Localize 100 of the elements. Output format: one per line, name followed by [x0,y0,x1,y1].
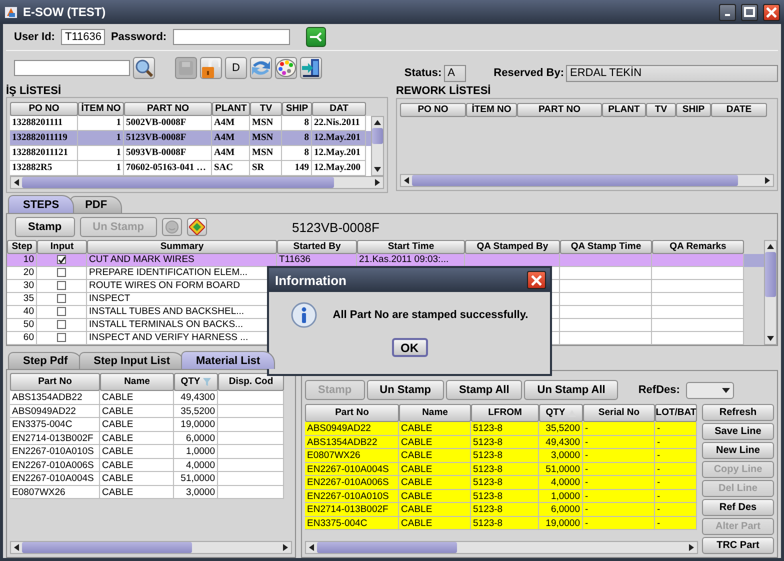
toolbar-button[interactable]: D [225,57,247,79]
side-button[interactable]: TRC Part [702,537,774,554]
column-header[interactable]: LOT/BAT [655,404,697,422]
group-title: İŞ LİSTESİ [6,85,62,97]
column-header[interactable]: QTY [539,404,583,422]
column-header[interactable]: Summary [87,240,277,254]
table-cell[interactable]: 20 [7,267,37,280]
table-cell: CUT AND MARK WIRES [87,254,277,267]
side-button[interactable]: Save Line [702,423,774,440]
column-header[interactable]: LFROM [471,404,539,422]
table-row[interactable]: ABS0949AD22 CABLE 5123-8 35,5200 - - [305,422,698,436]
column-header[interactable]: TV [646,103,676,117]
table-cell: 35,5200 [174,404,218,418]
column-header[interactable]: Serial No [583,404,655,422]
table-cell[interactable]: 35 [7,293,37,306]
table-row[interactable]: EN2267-010A010S CABLE 5123-8 1,0000 - - [305,490,698,503]
column-header[interactable]: İTEM NO [78,102,124,116]
table-row[interactable]: ABS1354ADB22 CABLE 5123-8 49,4300 - - [305,436,698,449]
side-button[interactable]: New Line [702,442,774,459]
column-header[interactable]: Started By [277,240,357,254]
column-header[interactable]: PART NO [517,103,602,117]
stamp-button[interactable]: Stamp All [446,380,522,400]
table-cell: 132882011119 [10,131,78,146]
table-cell: EN2267-010A004S [10,472,100,486]
side-button[interactable]: Refresh [702,404,774,421]
user-id-label: User Id: [14,31,55,43]
column-header[interactable]: Disp. Cod [218,373,284,391]
table-cell: - [583,449,655,462]
table-cell: 4,0000 [539,476,583,490]
table-cell: 21.Kas.2011 09:03:... [357,254,465,267]
table-cell: 8 [282,146,312,161]
table-cell: 19,0000 [539,516,583,530]
column-header[interactable]: Part No [305,404,399,422]
stamp-button[interactable]: Stamp [15,217,75,237]
table-row[interactable]: 132882011121 1 5093VB-0008F A4M MSN 8 12.May.201 [10,146,371,161]
table-cell[interactable]: 10 [7,254,37,267]
column-header[interactable]: SHIP [676,103,711,117]
table-cell: 6,0000 [539,503,583,516]
table-cell[interactable]: 40 [7,306,37,319]
table-cell: 49,4300 [539,436,583,449]
column-header[interactable]: Input [37,240,87,254]
table-cell: E0807WX26 [305,449,399,462]
column-header[interactable]: QA Stamp Time [560,240,652,254]
column-header[interactable]: Name [100,373,174,391]
column-header[interactable]: Name [399,404,471,422]
table-cell[interactable]: 30 [7,280,37,293]
table-row[interactable]: 132882011119 1 5123VB-0008F A4M MSN 8 12.May.201 [10,131,371,146]
table-cell: - [583,462,655,476]
tab[interactable]: Material List [181,351,276,369]
column-header[interactable]: TV [250,102,282,116]
table-cell: 5123-8 [471,422,539,436]
table-cell: - [655,490,697,503]
status-label: Status: [404,67,442,79]
column-header[interactable]: DATE [711,103,767,117]
column-header[interactable]: Step [7,240,37,254]
table-cell: - [655,436,697,449]
table-cell: CABLE [100,458,174,472]
column-header[interactable]: SHIP [282,102,312,116]
column-header[interactable]: Part No [10,373,100,391]
table-cell: CABLE [399,490,471,503]
column-header[interactable]: Start Time [357,240,465,254]
column-header[interactable]: PO NO [10,102,78,116]
user-id-field[interactable]: T11636 [60,29,105,45]
column-header[interactable]: PLANT [602,103,646,117]
table-row[interactable]: E0807WX26 CABLE 5123-8 3,0000 - - [305,449,698,462]
column-header[interactable]: PART NO [124,102,212,116]
table-row[interactable]: EN2267-010A006S CABLE 5123-8 4,0000 - - [305,476,698,490]
table-cell: - [655,503,697,516]
column-header[interactable]: PO NO [400,103,466,117]
column-header[interactable]: QA Stamped By [465,240,560,254]
table-cell: - [583,503,655,516]
table-row[interactable]: EN3375-004C CABLE 5123-8 19,0000 - - [305,516,698,530]
tab[interactable]: STEPS [8,195,74,213]
table-row[interactable]: EN2714-013B002F CABLE 5123-8 6,0000 - - [305,503,698,516]
stamp-button[interactable]: Un Stamp [366,380,444,400]
table-cell: - [655,449,697,462]
table-cell[interactable]: 60 [7,332,37,345]
column-header[interactable]: DAT [312,102,366,116]
column-header[interactable]: QTY [174,373,218,391]
table-cell: - [583,490,655,503]
table-row[interactable]: EN2267-010A004S CABLE 5123-8 51,0000 - - [305,462,698,476]
ok-button[interactable]: OK [392,338,428,357]
table-cell: 5123-8 [471,516,539,530]
table-cell: 12.May.201 [312,146,366,161]
table-cell: EN2267-010A010S [10,445,100,458]
table-cell: - [583,516,655,530]
table-cell: 35,5200 [539,422,583,436]
table-cell: 3,0000 [174,486,218,499]
side-button[interactable]: Ref Des [702,499,774,516]
status-field: A [444,64,466,82]
column-header[interactable]: QA Remarks [652,240,744,254]
table-cell: T11636 [277,254,357,267]
column-header[interactable]: PLANT [212,102,250,116]
column-header[interactable]: İTEM NO [466,103,517,117]
tab[interactable]: PDF [70,196,122,213]
stamp-button[interactable]: Un Stamp All [524,380,618,400]
table-cell: EN2267-010A004S [305,462,399,476]
table-cell[interactable]: 50 [7,319,37,332]
table-cell: 19,0000 [174,418,218,432]
table-cell: MSN [250,146,282,161]
